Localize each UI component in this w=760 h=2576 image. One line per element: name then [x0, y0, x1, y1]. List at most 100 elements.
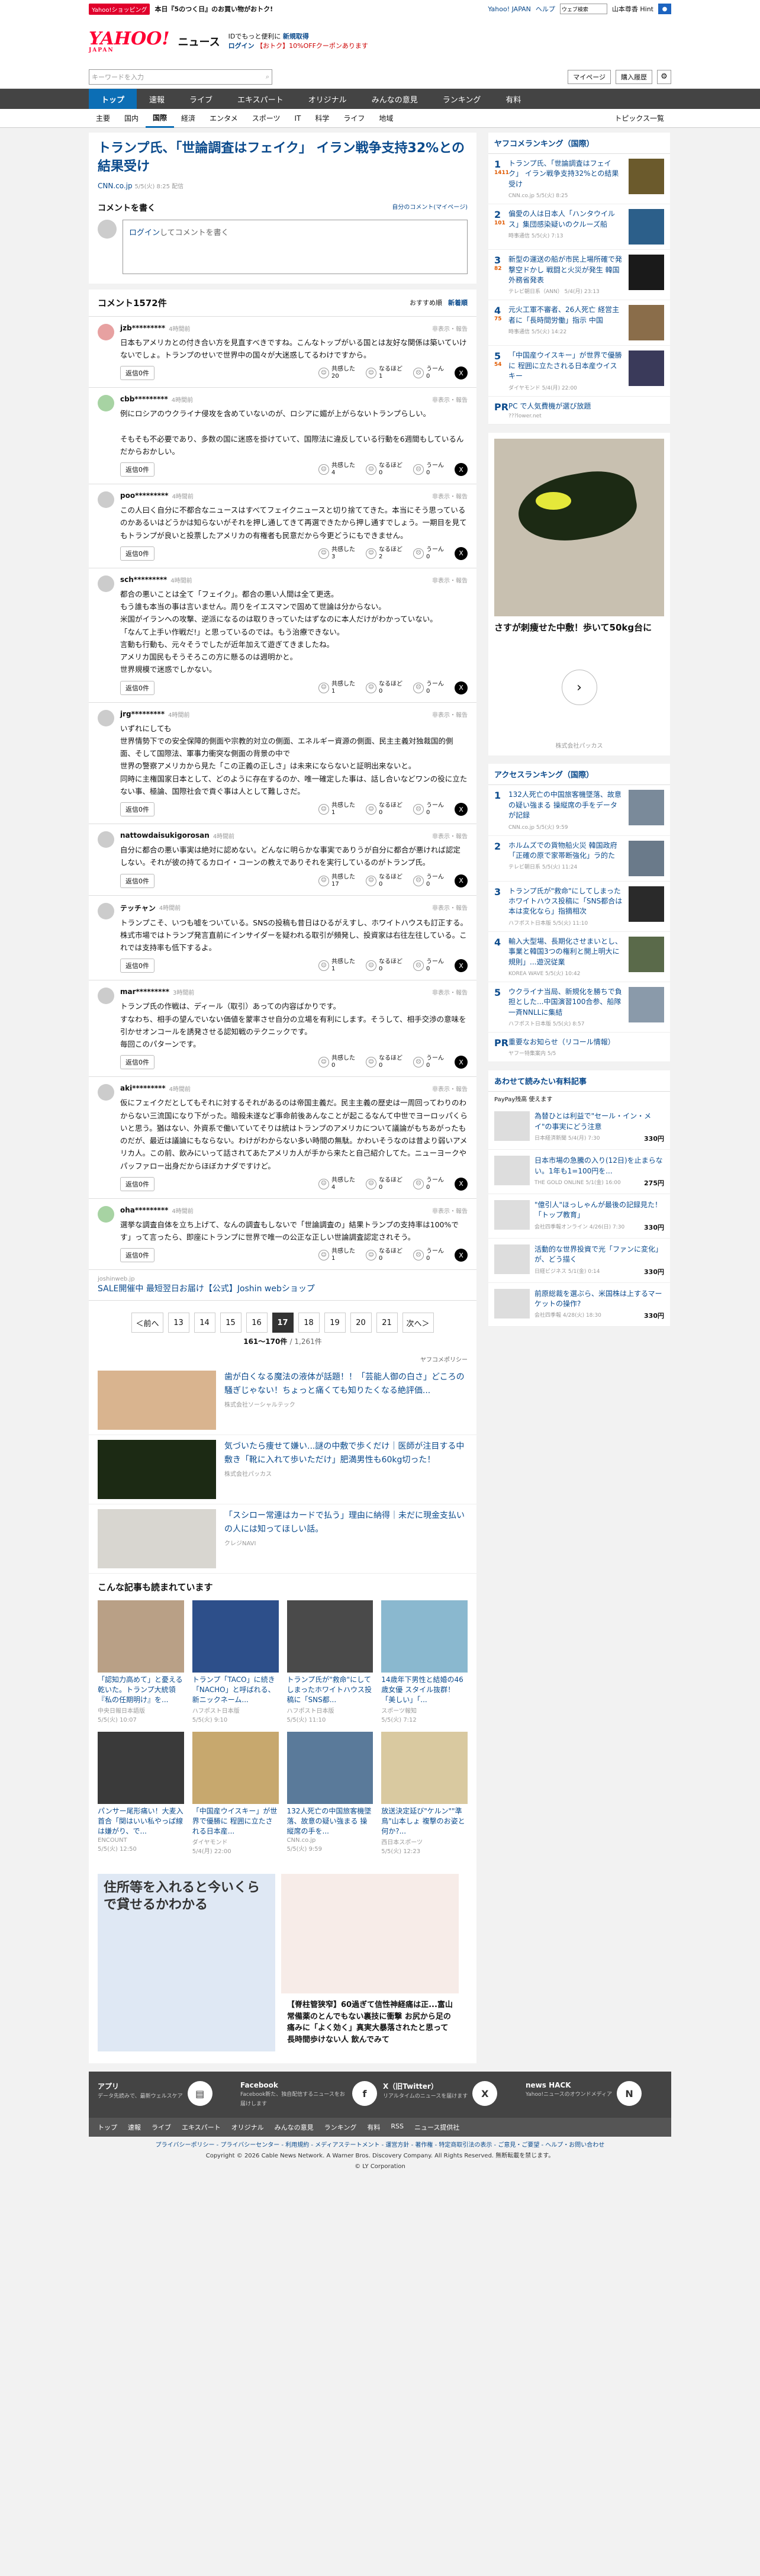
- ad-image[interactable]: [98, 1440, 216, 1500]
- paid-title[interactable]: 為替ひとは利益で"セール・イン・メイ"の事実にどう注意: [534, 1112, 651, 1130]
- paid-title[interactable]: "億引人"ほっしゃんが最後の記録見た！「トップ教育」: [534, 1201, 662, 1219]
- vote-empathy-button[interactable]: ☺ 共感した 1: [318, 802, 355, 816]
- search-icon[interactable]: ⌕: [266, 73, 269, 81]
- signup-link[interactable]: 新規取得: [283, 33, 309, 40]
- paid-title[interactable]: 活動的な世界投資で光「ファンに変化」が、どう描く: [534, 1245, 662, 1263]
- also-read-item[interactable]: パンサー尾形痛い！大麦入首合「関はいい私やっぱ線は嫌がり、で... ENCOUNT…: [98, 1732, 184, 1855]
- vote-empathy-button[interactable]: ☺ 共感した 4: [318, 462, 355, 477]
- gnav-item-3[interactable]: エキスパート: [225, 89, 296, 109]
- comment-user[interactable]: oha*********: [120, 1206, 168, 1215]
- footer-nav-item[interactable]: みんなの意見: [275, 2122, 314, 2132]
- vote-hmm-button[interactable]: ☹ うーん 0: [413, 802, 444, 816]
- snav-item-1[interactable]: 国内: [117, 109, 146, 128]
- shopping-promo[interactable]: 本日『5のつく日』のお買い物がおトク!: [154, 4, 273, 14]
- article-thumbnail[interactable]: [381, 1732, 468, 1805]
- report-link[interactable]: 非表示・報告: [432, 1206, 468, 1215]
- comment-user[interactable]: jrg*********: [120, 710, 165, 719]
- sort-recommended[interactable]: おすすめ順: [410, 298, 442, 307]
- paid-item[interactable]: 日本市場の急騰の入り(12日)を止まらない。1年も1=100円を... THE G…: [488, 1150, 670, 1195]
- report-link[interactable]: 非表示・報告: [432, 903, 468, 913]
- report-link[interactable]: 非表示・報告: [432, 831, 468, 840]
- snav-item-8[interactable]: ライフ: [336, 109, 372, 128]
- yahoo-japan-link[interactable]: Yahoo! JAPAN: [488, 5, 531, 13]
- ranking-pr[interactable]: PR PC で人気費機が選び放題 ???lower.net: [488, 397, 670, 424]
- vote-insight-button[interactable]: ☺ なるほど 0: [366, 462, 402, 477]
- paid-item[interactable]: "億引人"ほっしゃんが最後の記録見た！「トップ教育」 会社四季報オンライン 4/2…: [488, 1194, 670, 1239]
- gnav-item-2[interactable]: ライブ: [177, 89, 225, 109]
- snav-item-4[interactable]: エンタメ: [202, 109, 245, 128]
- page-button[interactable]: 13: [168, 1313, 189, 1333]
- also-read-item[interactable]: 放送決定延び"ケルン""準鳥"山本しょ 複撃のお姿と何か?... 西日本スポーツ 5…: [381, 1732, 468, 1855]
- page-button[interactable]: 17: [272, 1313, 294, 1333]
- x-share-icon[interactable]: X: [455, 1177, 468, 1191]
- x-share-icon[interactable]: X: [455, 1056, 468, 1069]
- also-read-title[interactable]: パンサー尾形痛い！大麦入首合「関はいい私やっぱ線は嫌がり、で...: [98, 1806, 184, 1837]
- facebook-icon[interactable]: f: [352, 2081, 377, 2107]
- health-ad[interactable]: 【脊柱管狭窄】60過ぎて信性神経痛は正...富山常備薬のとんでもない裏技に衝撃 …: [281, 1874, 459, 2052]
- ad-title[interactable]: 気づいたら痩せて嫌い...謎の中敷で歩くだけ｜医師が注目する中敷き「靴に入れて歩…: [224, 1442, 464, 1464]
- comment-textarea[interactable]: ログインしてコメントを書く: [123, 219, 468, 274]
- ranking-title[interactable]: トランプ氏、「世論調査はフェイク」 イラン戦争支持32%との結果受け: [508, 159, 619, 188]
- report-link[interactable]: 非表示・報告: [432, 988, 468, 996]
- also-read-title[interactable]: 「認知力高めて」と憂える乾いた。トランプ大統領『私の任期明け』を...: [98, 1675, 184, 1706]
- mypage-button[interactable]: マイページ: [568, 69, 611, 84]
- footer-nav-item[interactable]: オリジナル: [231, 2122, 264, 2132]
- paid-thumbnail[interactable]: [494, 1200, 530, 1230]
- paid-item[interactable]: 活動的な世界投資で光「ファンに変化」が、どう描く 日経ビジネス 5/1(金) 0:…: [488, 1239, 670, 1283]
- snav-item-3[interactable]: 経済: [174, 109, 202, 128]
- also-read-item[interactable]: 「認知力高めて」と憂える乾いた。トランプ大統領『私の任期明け』を... 中央日報日…: [98, 1600, 184, 1723]
- chevron-right-icon[interactable]: ›: [561, 670, 597, 706]
- vote-hmm-button[interactable]: ☹ うーん 0: [413, 546, 444, 561]
- vote-insight-button[interactable]: ☺ なるほど 0: [366, 1248, 402, 1262]
- avatar[interactable]: [98, 323, 114, 340]
- web-search-input[interactable]: ウェブ検索: [559, 4, 607, 14]
- access-item[interactable]: 5 ウクライナ当局、新規化を勝ちで負担とした...中国演習100合参、船隊一斉NN…: [488, 982, 670, 1033]
- also-read-title[interactable]: トランプ氏が"救命"にしてしまったホワイトハウス投稿に「SNS都...: [287, 1675, 373, 1706]
- vote-empathy-button[interactable]: ☺ 共感した 20: [318, 366, 355, 380]
- gnav-item-4[interactable]: オリジナル: [296, 89, 359, 109]
- reply-button[interactable]: 返信0件: [120, 1176, 154, 1191]
- also-read-item[interactable]: 14歳年下男性と結婚の46歳女優 スタイル抜群！「美しい」「... スポーツ報知 5…: [381, 1600, 468, 1723]
- page-button[interactable]: 20: [350, 1313, 372, 1333]
- vote-hmm-button[interactable]: ☹ うーん 0: [413, 1177, 444, 1191]
- vote-empathy-button[interactable]: ☺ 共感した 1: [318, 681, 355, 695]
- login-link[interactable]: ログイン: [228, 42, 255, 50]
- comment-user[interactable]: mar*********: [120, 988, 169, 996]
- reply-button[interactable]: 返信0件: [120, 546, 154, 561]
- reply-button[interactable]: 返信0件: [120, 802, 154, 817]
- gnav-item-5[interactable]: みんなの意見: [359, 89, 430, 109]
- newshack-icon[interactable]: N: [617, 2081, 642, 2107]
- news-wordmark[interactable]: ニュース: [178, 34, 220, 49]
- article-thumbnail[interactable]: [192, 1600, 279, 1673]
- paid-thumbnail[interactable]: [494, 1244, 530, 1274]
- ranking-thumbnail[interactable]: [629, 159, 664, 194]
- footer-nav-item[interactable]: 有料: [367, 2122, 380, 2132]
- vote-insight-button[interactable]: ☺ なるほど 1: [366, 366, 402, 380]
- comment-user[interactable]: aki*********: [120, 1084, 166, 1093]
- footer-item[interactable]: アプリ データ先読みで、最新ウェルスケア ▤: [98, 2081, 234, 2108]
- vote-insight-button[interactable]: ☺ なるほど 0: [366, 874, 402, 888]
- comment-user[interactable]: poo*********: [120, 491, 169, 500]
- vote-insight-button[interactable]: ☺ なるほど 0: [366, 681, 402, 695]
- snav-item-9[interactable]: 地域: [372, 109, 400, 128]
- gnav-item-6[interactable]: ランキング: [430, 89, 494, 109]
- article-thumbnail[interactable]: [98, 1600, 184, 1673]
- snav-item-6[interactable]: IT: [287, 109, 308, 128]
- ranking-title[interactable]: 「中国産ウイスキー」が世界で優勝に 程囲に立たされる日本産ウイスキー: [508, 351, 622, 380]
- gear-icon[interactable]: ⚙: [657, 69, 671, 84]
- recommended-ad[interactable]: 歯が白くなる魔法の液体が話題！！「芸能人御の白さ」どころの騒ぎじゃない！ちょっと…: [89, 1366, 476, 1436]
- comment-user[interactable]: nattowdaisukigorosan: [120, 831, 210, 840]
- vote-empathy-button[interactable]: ☺ 共感した 0: [318, 1055, 355, 1069]
- snav-item-7[interactable]: 科学: [308, 109, 336, 128]
- also-read-item[interactable]: 「中国産ウイスキー」が世界で優勝に 程囲に立たされる日本産... ダイヤモンド 5/…: [192, 1732, 279, 1855]
- real-estate-ad[interactable]: 住所等を入れると今いくらで貸せるかわかる: [98, 1874, 275, 2052]
- access-title[interactable]: 132人死亡の中国旅客機墜落、故意の疑い強まる 操縦席の手をデータが記録: [508, 790, 621, 819]
- also-read-title[interactable]: 「中国産ウイスキー」が世界で優勝に 程囲に立たされる日本産...: [192, 1806, 279, 1837]
- avatar[interactable]: [98, 575, 114, 592]
- gnav-item-1[interactable]: 速報: [137, 89, 177, 109]
- access-thumbnail[interactable]: [629, 936, 664, 972]
- x-share-icon[interactable]: X: [455, 959, 468, 973]
- topics-list-link[interactable]: トピックス一覧: [607, 109, 671, 128]
- vote-insight-button[interactable]: ☺ なるほど 2: [366, 546, 402, 561]
- article-source[interactable]: CNN.co.jp: [98, 182, 133, 190]
